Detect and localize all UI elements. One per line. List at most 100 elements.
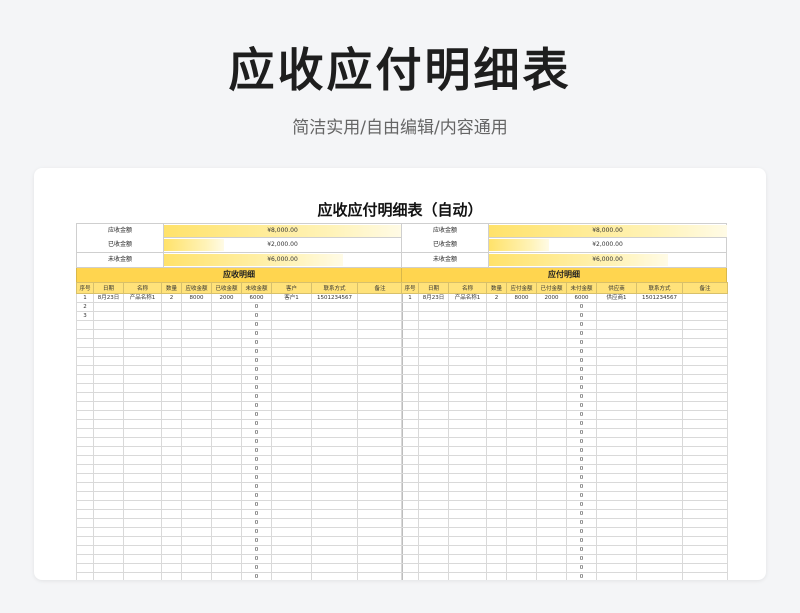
table-cell[interactable] xyxy=(271,365,312,375)
table-cell[interactable] xyxy=(93,527,124,537)
table-cell[interactable] xyxy=(123,401,162,411)
table-cell[interactable] xyxy=(311,527,358,537)
table-cell[interactable]: 0 xyxy=(566,527,597,537)
table-cell[interactable] xyxy=(418,356,449,366)
table-cell[interactable] xyxy=(76,383,94,393)
table-cell[interactable] xyxy=(596,536,637,546)
table-cell[interactable]: 0 xyxy=(241,518,272,528)
table-cell[interactable] xyxy=(76,419,94,429)
table-cell[interactable] xyxy=(76,401,94,411)
table-cell[interactable] xyxy=(311,428,358,438)
table-cell[interactable] xyxy=(418,518,449,528)
table-cell[interactable] xyxy=(123,365,162,375)
table-cell[interactable]: 1 xyxy=(76,293,94,303)
table-cell[interactable] xyxy=(682,518,728,528)
table-cell[interactable] xyxy=(506,428,537,438)
table-cell[interactable] xyxy=(506,419,537,429)
table-cell[interactable] xyxy=(271,482,312,492)
table-cell[interactable] xyxy=(271,347,312,357)
table-cell[interactable] xyxy=(181,536,212,546)
table-cell[interactable] xyxy=(93,446,124,456)
table-cell[interactable] xyxy=(486,536,507,546)
table-cell[interactable] xyxy=(486,437,507,447)
table-cell[interactable] xyxy=(93,365,124,375)
table-cell[interactable] xyxy=(93,401,124,411)
table-cell[interactable] xyxy=(181,491,212,501)
table-cell[interactable] xyxy=(682,293,728,303)
table-cell[interactable] xyxy=(401,329,419,339)
table-cell[interactable] xyxy=(682,392,728,402)
table-cell[interactable]: 供应商1 xyxy=(596,293,637,303)
table-cell[interactable] xyxy=(596,491,637,501)
table-cell[interactable]: 0 xyxy=(241,500,272,510)
table-cell[interactable] xyxy=(123,446,162,456)
column-header[interactable]: 应收金额 xyxy=(181,282,212,294)
table-cell[interactable] xyxy=(93,311,124,321)
table-cell[interactable] xyxy=(401,536,419,546)
table-cell[interactable] xyxy=(596,446,637,456)
table-cell[interactable] xyxy=(76,455,94,465)
table-cell[interactable] xyxy=(448,347,487,357)
table-cell[interactable]: 0 xyxy=(566,455,597,465)
table-cell[interactable] xyxy=(357,545,403,555)
table-cell[interactable] xyxy=(357,302,403,312)
table-cell[interactable] xyxy=(123,563,162,573)
table-cell[interactable] xyxy=(181,509,212,519)
table-cell[interactable] xyxy=(486,311,507,321)
table-cell[interactable] xyxy=(506,329,537,339)
table-cell[interactable] xyxy=(682,410,728,420)
table-cell[interactable] xyxy=(682,347,728,357)
table-cell[interactable] xyxy=(93,563,124,573)
table-cell[interactable] xyxy=(271,329,312,339)
table-cell[interactable] xyxy=(506,572,537,580)
table-cell[interactable] xyxy=(123,347,162,357)
table-cell[interactable] xyxy=(448,311,487,321)
table-cell[interactable] xyxy=(311,554,358,564)
table-cell[interactable]: 0 xyxy=(241,338,272,348)
column-header[interactable]: 联系方式 xyxy=(311,282,358,294)
table-cell[interactable] xyxy=(596,437,637,447)
table-cell[interactable] xyxy=(271,401,312,411)
table-cell[interactable] xyxy=(596,356,637,366)
table-cell[interactable] xyxy=(682,374,728,384)
table-cell[interactable]: 0 xyxy=(241,437,272,447)
table-cell[interactable] xyxy=(448,338,487,348)
table-cell[interactable] xyxy=(357,293,403,303)
table-cell[interactable] xyxy=(211,410,242,420)
table-cell[interactable] xyxy=(536,446,567,456)
table-cell[interactable]: 0 xyxy=(566,446,597,456)
table-cell[interactable] xyxy=(506,347,537,357)
table-cell[interactable]: 0 xyxy=(241,527,272,537)
table-cell[interactable] xyxy=(682,473,728,483)
table-cell[interactable] xyxy=(418,329,449,339)
column-header[interactable]: 联系方式 xyxy=(636,282,683,294)
table-cell[interactable] xyxy=(93,338,124,348)
table-cell[interactable] xyxy=(596,482,637,492)
table-cell[interactable] xyxy=(211,365,242,375)
table-cell[interactable] xyxy=(536,563,567,573)
table-cell[interactable] xyxy=(536,572,567,580)
table-cell[interactable] xyxy=(448,401,487,411)
table-cell[interactable] xyxy=(486,338,507,348)
table-cell[interactable] xyxy=(357,491,403,501)
table-cell[interactable] xyxy=(76,356,94,366)
table-cell[interactable]: 0 xyxy=(566,320,597,330)
table-cell[interactable] xyxy=(271,563,312,573)
table-cell[interactable] xyxy=(418,473,449,483)
table-cell[interactable] xyxy=(181,392,212,402)
table-cell[interactable] xyxy=(486,302,507,312)
table-cell[interactable] xyxy=(536,419,567,429)
table-cell[interactable] xyxy=(181,464,212,474)
column-header[interactable]: 数量 xyxy=(161,282,182,294)
table-cell[interactable] xyxy=(418,419,449,429)
table-cell[interactable] xyxy=(271,374,312,384)
table-cell[interactable] xyxy=(448,356,487,366)
table-cell[interactable] xyxy=(271,455,312,465)
table-cell[interactable] xyxy=(536,509,567,519)
table-cell[interactable] xyxy=(76,473,94,483)
table-cell[interactable] xyxy=(181,563,212,573)
table-cell[interactable] xyxy=(682,338,728,348)
table-cell[interactable] xyxy=(636,365,683,375)
table-cell[interactable] xyxy=(682,365,728,375)
table-cell[interactable] xyxy=(536,383,567,393)
